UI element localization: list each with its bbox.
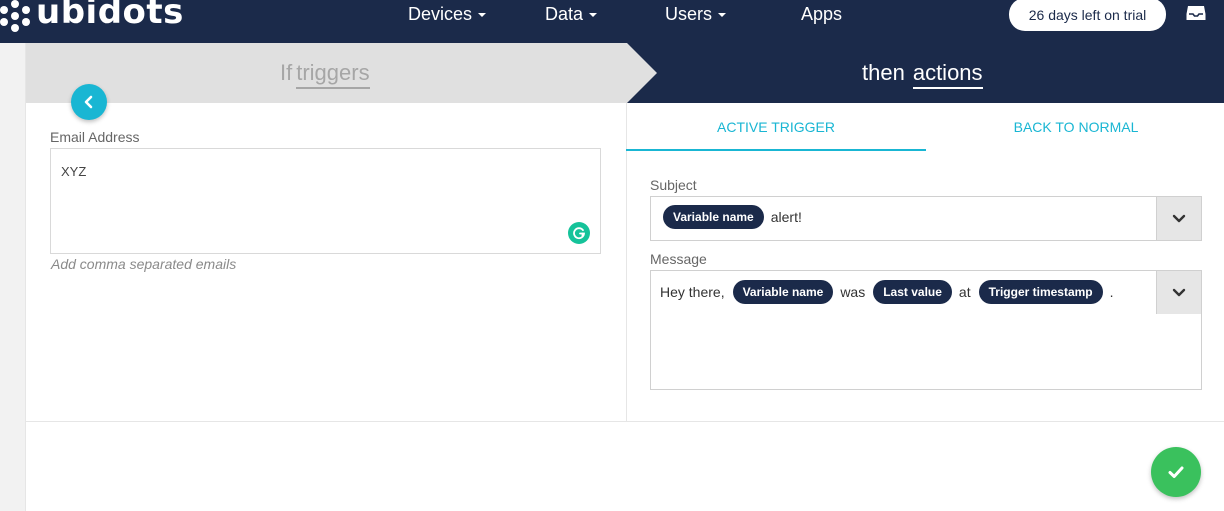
email-hint: Add comma separated emails bbox=[51, 256, 237, 272]
caret-down-icon bbox=[589, 13, 598, 17]
tab-back-to-normal[interactable]: BACK TO NORMAL bbox=[926, 103, 1224, 151]
message-text-1: Hey there, bbox=[660, 284, 725, 300]
footer-divider bbox=[26, 421, 1224, 422]
step-actions-word: actions bbox=[912, 60, 983, 89]
variable-chip[interactable]: Variable name bbox=[732, 280, 834, 304]
subject-content: Variable name alert! bbox=[663, 205, 802, 229]
email-label: Email Address bbox=[50, 129, 140, 145]
chevron-down-icon bbox=[1172, 288, 1186, 296]
chevron-down-icon bbox=[1172, 214, 1186, 222]
save-button[interactable] bbox=[1151, 447, 1201, 497]
nav-data-label: Data bbox=[545, 4, 584, 24]
step-triggers-word: triggers bbox=[296, 60, 370, 89]
subject-field[interactable]: Variable name alert! bbox=[650, 196, 1202, 241]
top-navbar: ubidots Devices Data Users Apps 26 days … bbox=[0, 0, 1224, 43]
logo-text: ubidots bbox=[36, 0, 184, 32]
variable-chip[interactable]: Variable name bbox=[663, 205, 764, 229]
grammarly-g-icon bbox=[573, 227, 585, 240]
caret-down-icon bbox=[478, 13, 487, 17]
subject-text: alert! bbox=[770, 209, 802, 225]
caret-down-icon bbox=[718, 13, 727, 17]
ubidots-logo[interactable]: ubidots bbox=[0, 0, 184, 32]
back-button[interactable] bbox=[71, 84, 107, 120]
step-triggers-label: If triggers bbox=[280, 60, 370, 89]
subject-label: Subject bbox=[650, 177, 697, 193]
step-triggers-prefix: If bbox=[280, 60, 293, 85]
email-field[interactable]: XYZ bbox=[50, 148, 601, 254]
check-icon bbox=[1168, 466, 1184, 478]
nav-users-label: Users bbox=[665, 4, 713, 24]
tab-active-trigger[interactable]: ACTIVE TRIGGER bbox=[626, 103, 926, 151]
last-value-chip[interactable]: Last value bbox=[873, 280, 952, 304]
nav-apps-label: Apps bbox=[801, 4, 843, 24]
subject-insert-dropdown[interactable] bbox=[1156, 197, 1201, 240]
message-text-2: was bbox=[840, 284, 866, 300]
step-actions-label: then actions bbox=[862, 60, 983, 89]
message-content: Hey there, Variable name was Last value … bbox=[660, 280, 1114, 304]
email-value: XYZ bbox=[61, 164, 87, 179]
trial-badge[interactable]: 26 days left on trial bbox=[1009, 0, 1166, 31]
message-label: Message bbox=[650, 251, 707, 267]
trigger-timestamp-chip[interactable]: Trigger timestamp bbox=[978, 280, 1103, 304]
message-text-4: . bbox=[1109, 284, 1114, 300]
message-field[interactable]: Hey there, Variable name was Last value … bbox=[650, 270, 1202, 390]
nav-devices[interactable]: Devices bbox=[408, 0, 487, 28]
nav-users[interactable]: Users bbox=[665, 0, 727, 28]
message-text-3: at bbox=[958, 284, 971, 300]
event-editor-card: If triggers then actions Email Address XYZ… bbox=[25, 43, 1224, 511]
step-arrow bbox=[627, 43, 657, 103]
nav-devices-label: Devices bbox=[408, 4, 473, 24]
logo-dots-icon bbox=[0, 0, 36, 32]
nav-data[interactable]: Data bbox=[545, 0, 598, 28]
inbox-icon[interactable] bbox=[1186, 5, 1206, 21]
step-actions-prefix: then bbox=[862, 60, 905, 85]
chevron-left-icon bbox=[84, 95, 93, 109]
message-insert-dropdown[interactable] bbox=[1156, 271, 1201, 314]
step-header: If triggers then actions bbox=[26, 43, 1224, 103]
nav-apps[interactable]: Apps bbox=[801, 0, 842, 28]
grammarly-icon[interactable] bbox=[568, 222, 590, 244]
